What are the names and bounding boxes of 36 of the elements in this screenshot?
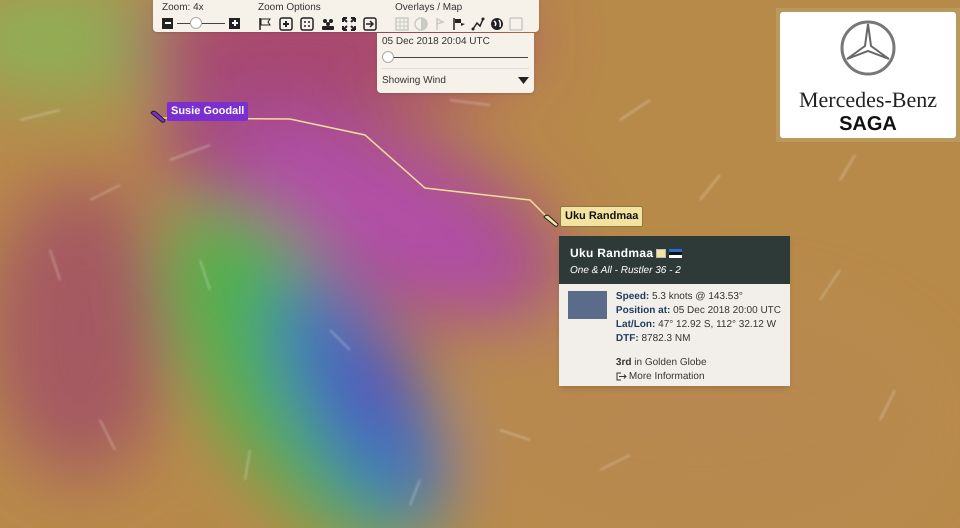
boat-subtitle: One & All - Rustler 36 - 2 [570,264,682,278]
zoom-options-label: Zoom Options [258,2,322,14]
zoom-label: Zoom: 4x [162,2,205,14]
dropdown-caret-icon[interactable] [518,77,529,84]
time-slider[interactable] [382,50,528,64]
boat-name: Uku Randmaa [570,245,654,262]
flags-icon[interactable] [452,17,466,31]
sailor-photo-placeholder [568,291,607,319]
boat-marker[interactable] [543,214,559,228]
time-slider-thumb[interactable] [382,51,394,63]
race-rank: 3rd in Golden Globe [616,356,708,369]
zoom-in-button[interactable] [229,18,240,28]
stat-line: Speed: 5.3 knots @ 143.53° [616,290,744,303]
zoom-slider-thumb[interactable] [190,17,202,29]
zoom-slider[interactable] [177,17,225,29]
people-icon[interactable] [321,17,335,31]
zoom-in-icon[interactable] [279,17,293,31]
expand-icon[interactable] [342,17,356,31]
route-icon[interactable] [471,17,485,31]
stat-line: DTF: 8782.3 NM [616,332,692,345]
overlays-label: Overlays / Map [395,2,464,14]
layer-dropdown-label[interactable]: Showing Wind [382,73,446,88]
zoom-out-button[interactable] [162,18,173,28]
exit-arrow-icon [616,372,627,381]
flag-icon [669,248,682,258]
globe-icon[interactable] [490,17,504,31]
more-information-link[interactable]: More Information [616,369,781,384]
stat-line: Lat/Lon: 47° 12.92 S, 112° 32.12 W [616,318,778,331]
exit-icon[interactable] [363,17,377,31]
boat-marker[interactable] [150,110,166,124]
stat-line: Position at: 05 Dec 2018 20:00 UTC [616,304,781,317]
timestamp: 05 Dec 2018 20:04 UTC [382,36,491,48]
brand-subtitle: SAGA [839,113,897,135]
flag-icon[interactable] [258,17,272,31]
dots-square-icon[interactable] [300,17,314,31]
brand-name: Mercedes-Benz [798,87,938,113]
